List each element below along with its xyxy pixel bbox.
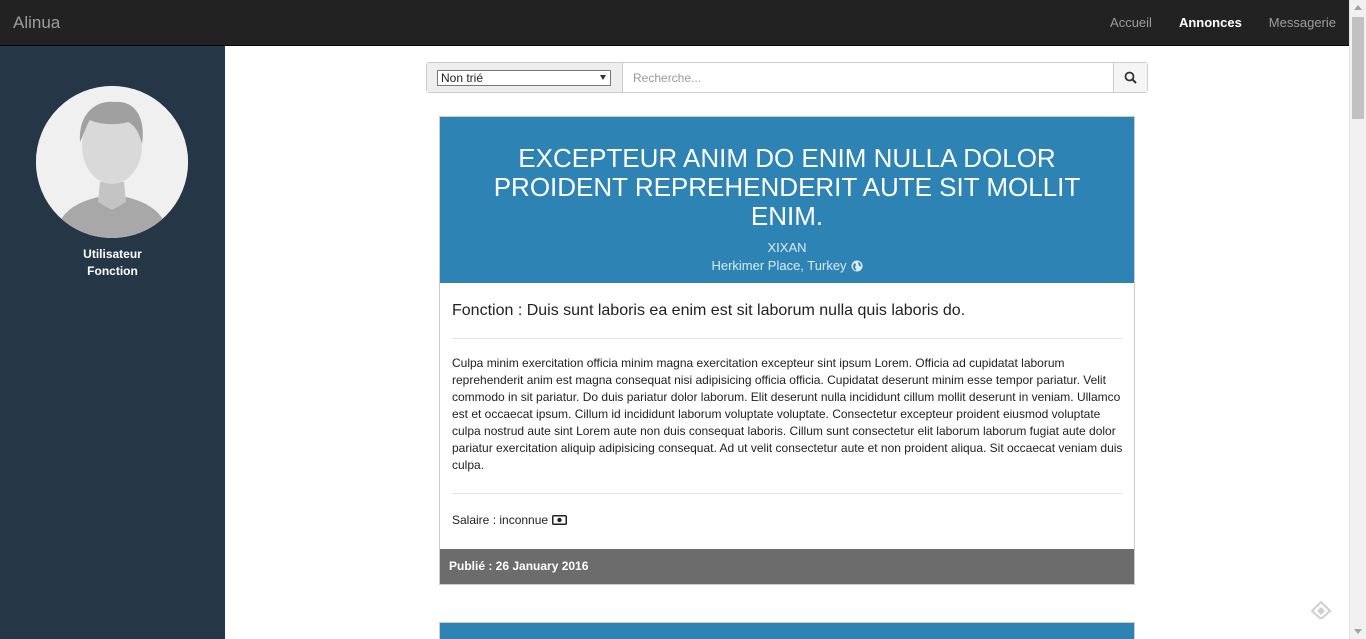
- sidebar: Utilisateur Fonction: [0, 46, 225, 639]
- nav-accueil[interactable]: Accueil: [1110, 15, 1152, 30]
- scroll-thumb[interactable]: [1352, 17, 1364, 119]
- scroll-down-icon[interactable]: [1354, 629, 1362, 634]
- globe-icon: [851, 260, 863, 271]
- search-bar: Non trié: [426, 62, 1148, 93]
- listing-card-next[interactable]: [439, 622, 1135, 639]
- listing-card: EXCEPTEUR ANIM DO ENIM NULLA DOLOR PROID…: [439, 116, 1135, 585]
- listing-company: XIXAN: [767, 240, 807, 255]
- brand-link[interactable]: Alinua: [13, 13, 60, 33]
- listing-title[interactable]: EXCEPTEUR ANIM DO ENIM NULLA DOLOR PROID…: [470, 144, 1104, 231]
- avatar[interactable]: [36, 86, 188, 238]
- top-navbar: Alinua Accueil Annonces Messagerie: [0, 0, 1349, 46]
- scroll-up-icon[interactable]: [1354, 5, 1362, 10]
- user-name: Utilisateur: [83, 247, 142, 261]
- sort-value: Non trié: [441, 71, 484, 85]
- money-icon: [552, 515, 568, 525]
- listing-salary: Salaire : inconnue: [452, 513, 568, 527]
- search-icon: [1124, 71, 1137, 84]
- listing-footer: Publié : 26 January 2016: [440, 549, 1134, 584]
- listing-salary-text: Salaire : inconnue: [452, 513, 549, 527]
- user-silhouette-icon: [36, 86, 188, 238]
- tag-icon[interactable]: [1309, 599, 1333, 619]
- scrollbar[interactable]: [1349, 0, 1366, 639]
- listing-description: Culpa minim exercitation officia minim m…: [452, 356, 1123, 472]
- search-input[interactable]: [623, 63, 1114, 92]
- nav-messagerie[interactable]: Messagerie: [1269, 15, 1336, 30]
- listing-published: Publié : 26 January 2016: [449, 559, 589, 573]
- divider: [452, 338, 1123, 339]
- sort-container: Non trié: [427, 63, 623, 92]
- dropdown-arrow-icon: [600, 75, 606, 80]
- listing-location-text: Herkimer Place, Turkey: [711, 258, 847, 273]
- user-info: Utilisateur Fonction: [0, 246, 225, 280]
- nav-annonces[interactable]: Annonces: [1179, 15, 1242, 30]
- search-button[interactable]: [1113, 63, 1147, 92]
- listing-header: EXCEPTEUR ANIM DO ENIM NULLA DOLOR PROID…: [440, 117, 1134, 283]
- divider: [452, 493, 1123, 494]
- nav-links: Accueil Annonces Messagerie: [1083, 0, 1336, 45]
- sort-select[interactable]: Non trié: [437, 70, 611, 86]
- user-role: Fonction: [87, 264, 138, 278]
- listing-location: Herkimer Place, Turkey: [440, 258, 1134, 273]
- listing-fonction: Fonction : Duis sunt laboris ea enim est…: [452, 302, 966, 319]
